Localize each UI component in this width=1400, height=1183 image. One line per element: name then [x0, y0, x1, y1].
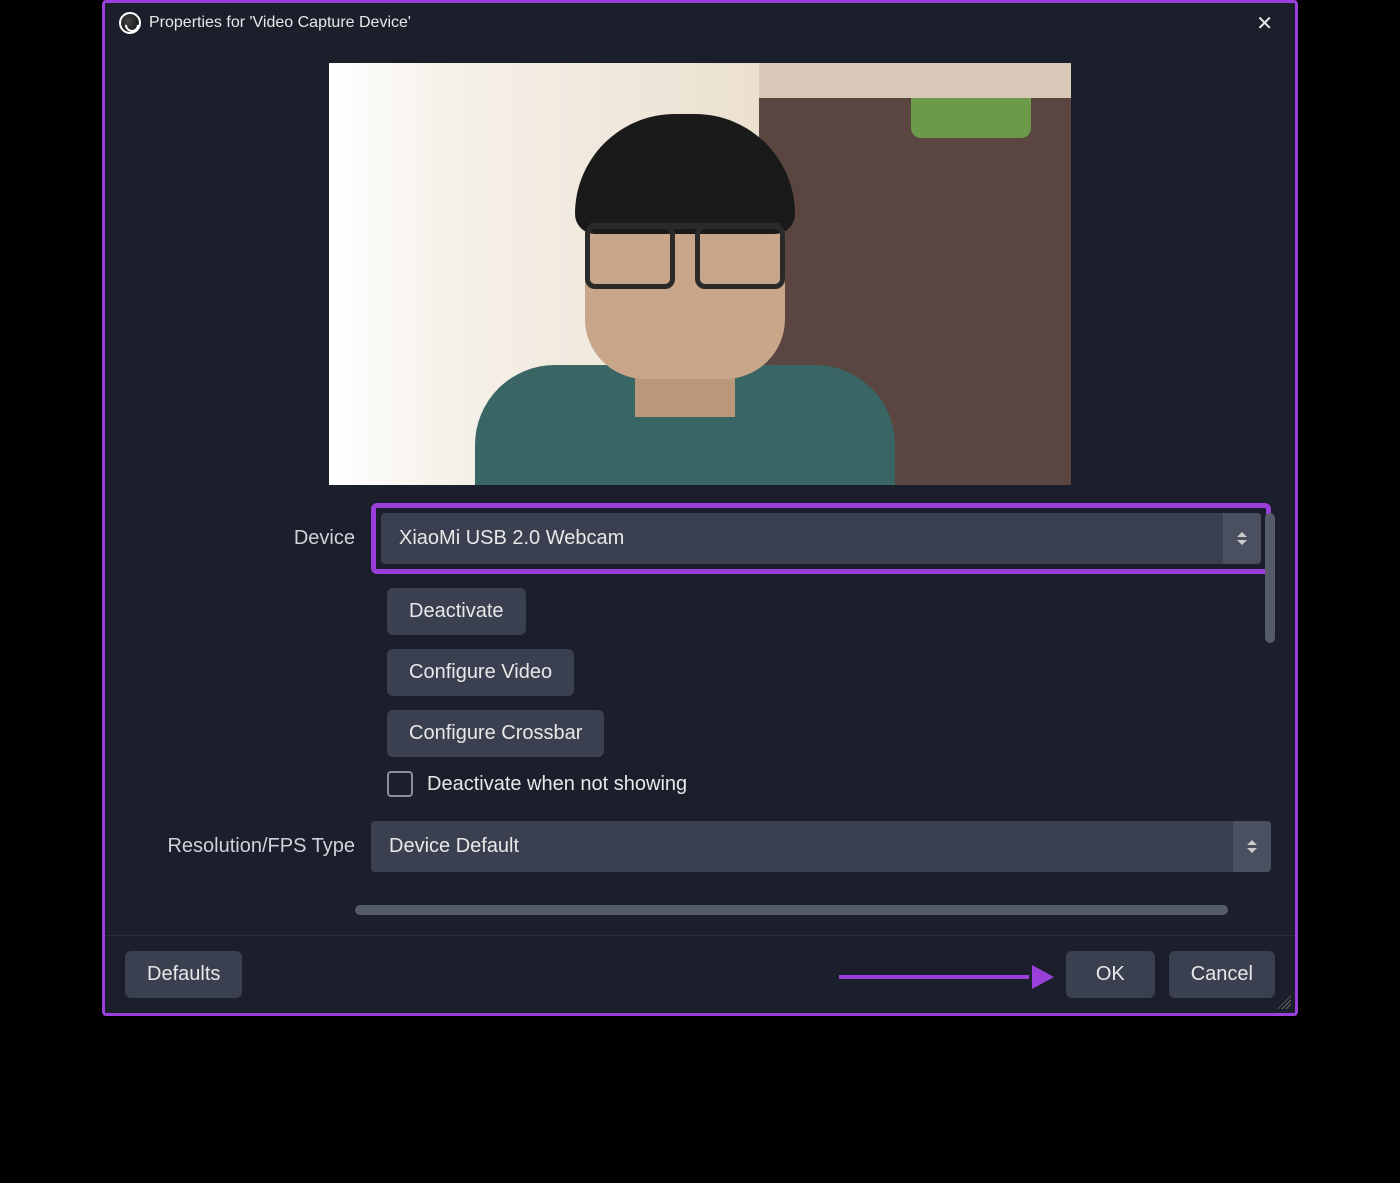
device-row: Device XiaoMi USB 2.0 Webcam	[141, 503, 1271, 574]
resolution-fps-dropdown[interactable]: Device Default	[371, 821, 1271, 872]
deactivate-button[interactable]: Deactivate	[387, 588, 526, 635]
scrollbar-thumb[interactable]	[355, 905, 1228, 915]
deactivate-checkbox-row: Deactivate when not showing	[141, 771, 1271, 797]
horizontal-scrollbar[interactable]	[355, 905, 1255, 915]
video-preview-area	[119, 63, 1281, 485]
close-icon[interactable]: ✕	[1248, 9, 1281, 38]
resize-grip-icon[interactable]	[1277, 995, 1291, 1009]
device-label: Device	[141, 527, 371, 550]
properties-dialog: Properties for 'Video Capture Device' ✕ …	[102, 0, 1298, 1016]
obs-logo-icon	[119, 12, 141, 34]
dropdown-spinner-icon[interactable]	[1233, 821, 1271, 872]
deactivate-checkbox-label: Deactivate when not showing	[427, 773, 687, 796]
deactivate-when-not-showing-checkbox[interactable]	[387, 771, 413, 797]
device-dropdown[interactable]: XiaoMi USB 2.0 Webcam	[381, 513, 1261, 564]
content-area: Device XiaoMi USB 2.0 Webcam Deac	[105, 63, 1295, 886]
device-highlight: XiaoMi USB 2.0 Webcam	[371, 503, 1271, 574]
vertical-scrollbar[interactable]	[1265, 513, 1275, 688]
annotation-arrow	[839, 961, 1059, 991]
titlebar: Properties for 'Video Capture Device' ✕	[105, 3, 1295, 43]
titlebar-left: Properties for 'Video Capture Device'	[119, 12, 411, 34]
properties-form: Device XiaoMi USB 2.0 Webcam Deac	[119, 503, 1281, 886]
dropdown-spinner-icon[interactable]	[1223, 513, 1261, 564]
dialog-footer: Defaults OK Cancel	[105, 935, 1295, 1013]
configure-video-button[interactable]: Configure Video	[387, 649, 574, 696]
window-title: Properties for 'Video Capture Device'	[149, 14, 411, 32]
configure-crossbar-button[interactable]: Configure Crossbar	[387, 710, 604, 757]
cancel-button[interactable]: Cancel	[1169, 951, 1275, 998]
scrollbar-thumb[interactable]	[1265, 513, 1275, 643]
resolution-fps-row: Resolution/FPS Type Device Default	[141, 821, 1271, 872]
ok-button[interactable]: OK	[1066, 951, 1155, 998]
resolution-fps-label: Resolution/FPS Type	[141, 835, 371, 858]
webcam-preview	[329, 63, 1071, 485]
resolution-fps-value: Device Default	[389, 835, 519, 858]
device-selected-value: XiaoMi USB 2.0 Webcam	[399, 527, 624, 550]
defaults-button[interactable]: Defaults	[125, 951, 242, 998]
